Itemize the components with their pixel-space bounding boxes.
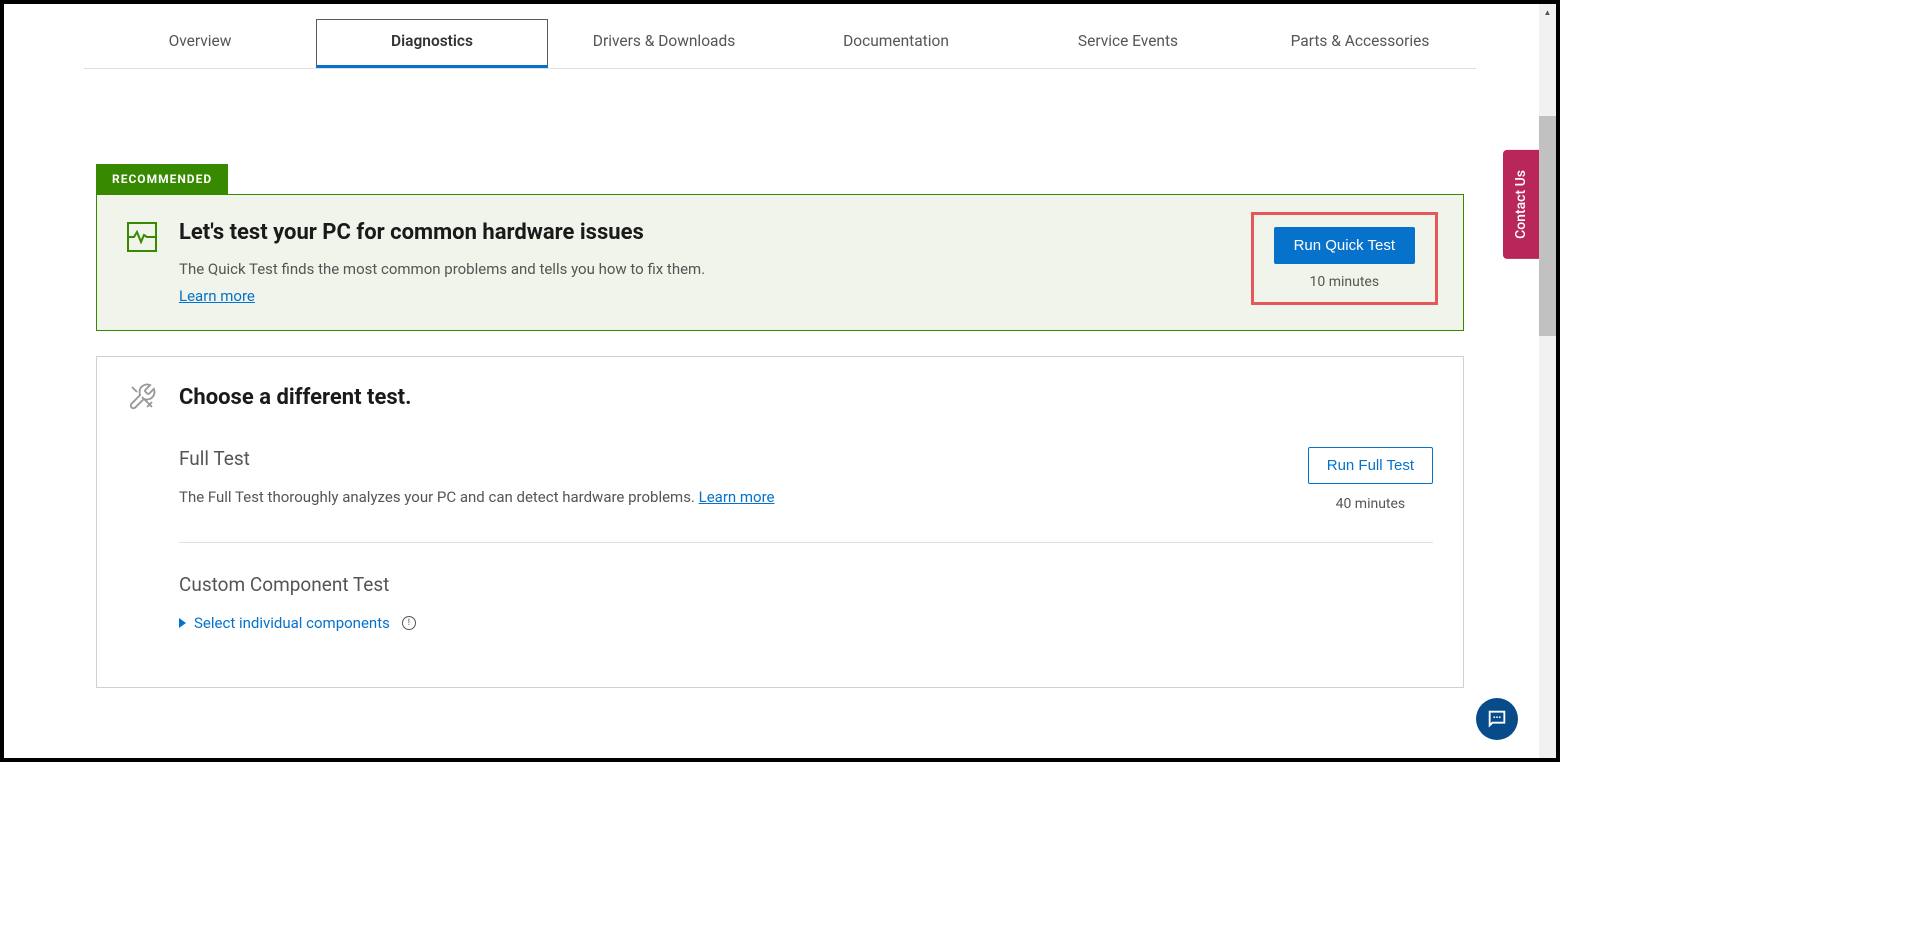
quick-test-action-highlight: Run Quick Test 10 minutes (1251, 212, 1438, 305)
full-test-learn-more-link[interactable]: Learn more (699, 488, 775, 506)
recommended-badge: RECOMMENDED (96, 164, 228, 194)
info-icon[interactable]: ! (402, 616, 416, 630)
different-test-title: Choose a different test. (179, 385, 411, 410)
run-full-test-button[interactable]: Run Full Test (1308, 447, 1433, 484)
triangle-right-icon (179, 618, 186, 628)
tab-drivers-downloads[interactable]: Drivers & Downloads (548, 19, 780, 68)
quick-test-learn-more-link[interactable]: Learn more (179, 287, 255, 305)
heartbeat-icon (127, 222, 157, 252)
chat-fab-button[interactable] (1476, 698, 1518, 740)
tab-parts-accessories[interactable]: Parts & Accessories (1244, 19, 1476, 68)
tab-diagnostics[interactable]: Diagnostics (316, 19, 548, 68)
chat-icon (1486, 708, 1508, 730)
tools-icon (127, 382, 157, 412)
tabs-nav: Overview Diagnostics Drivers & Downloads… (84, 4, 1476, 69)
select-components-label: Select individual components (194, 614, 390, 632)
tab-overview[interactable]: Overview (84, 19, 316, 68)
quick-test-duration: 10 minutes (1274, 274, 1415, 290)
full-test-duration: 40 minutes (1308, 496, 1433, 512)
contact-us-tab[interactable]: Contact Us (1503, 150, 1539, 259)
tab-service-events[interactable]: Service Events (1012, 19, 1244, 68)
tab-documentation[interactable]: Documentation (780, 19, 1012, 68)
quick-test-title: Let's test your PC for common hardware i… (179, 220, 705, 245)
custom-test-title: Custom Component Test (179, 573, 1433, 596)
quick-test-description: The Quick Test finds the most common pro… (179, 260, 705, 278)
recommended-card: Let's test your PC for common hardware i… (96, 194, 1464, 331)
full-test-title: Full Test (179, 447, 775, 470)
select-components-link[interactable]: Select individual components ! (179, 614, 1433, 632)
different-test-card: Choose a different test. Full Test The F… (96, 356, 1464, 688)
full-test-description: The Full Test thoroughly analyzes your P… (179, 488, 699, 506)
run-quick-test-button[interactable]: Run Quick Test (1274, 227, 1415, 264)
